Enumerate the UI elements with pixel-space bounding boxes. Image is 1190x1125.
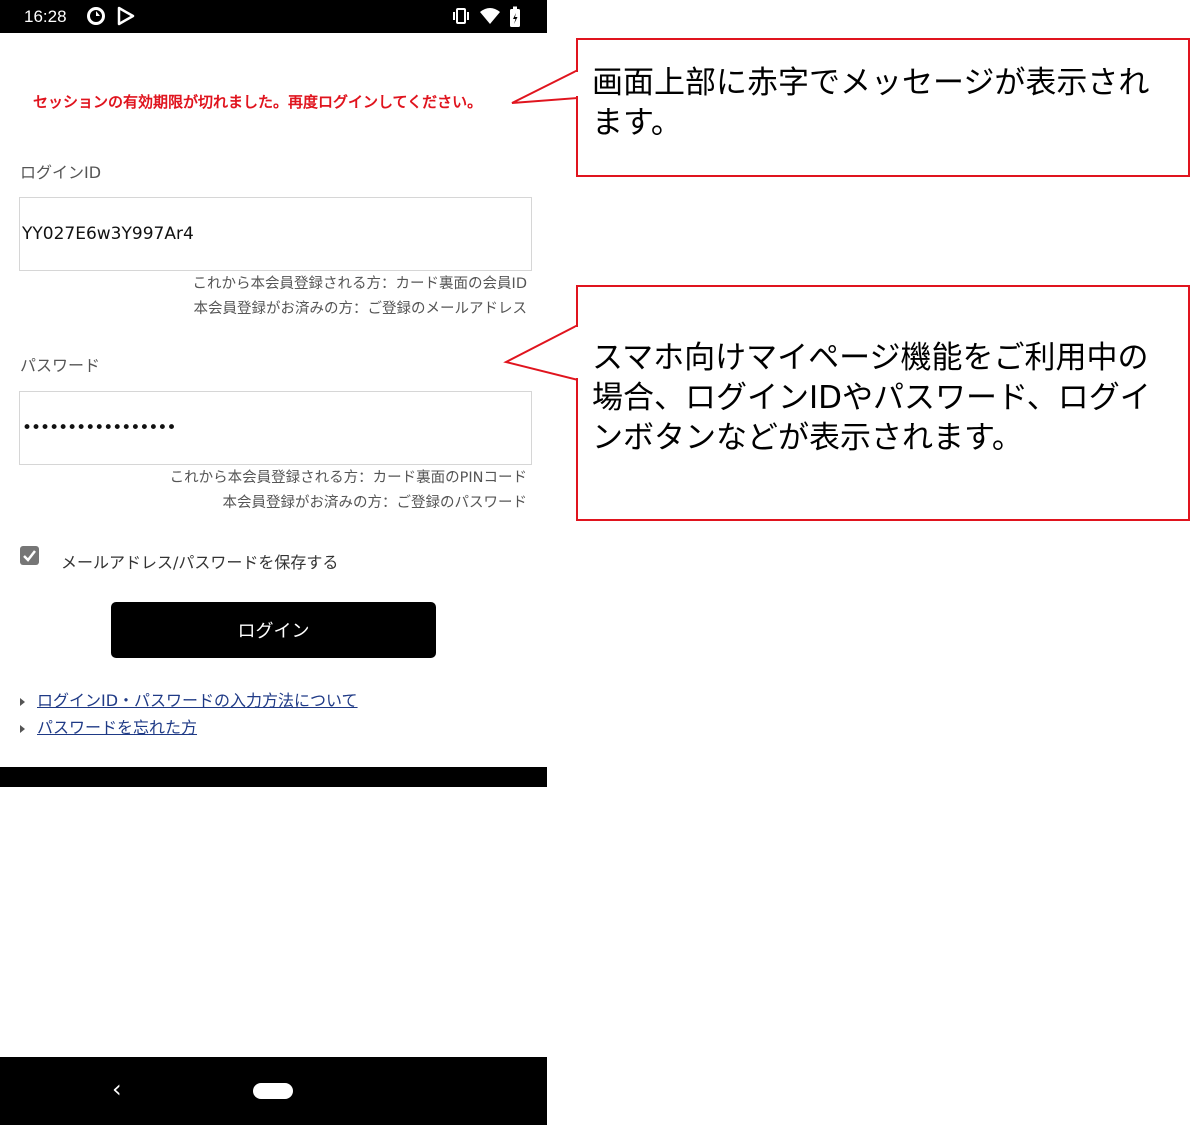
callout-joins: [575, 72, 579, 378]
